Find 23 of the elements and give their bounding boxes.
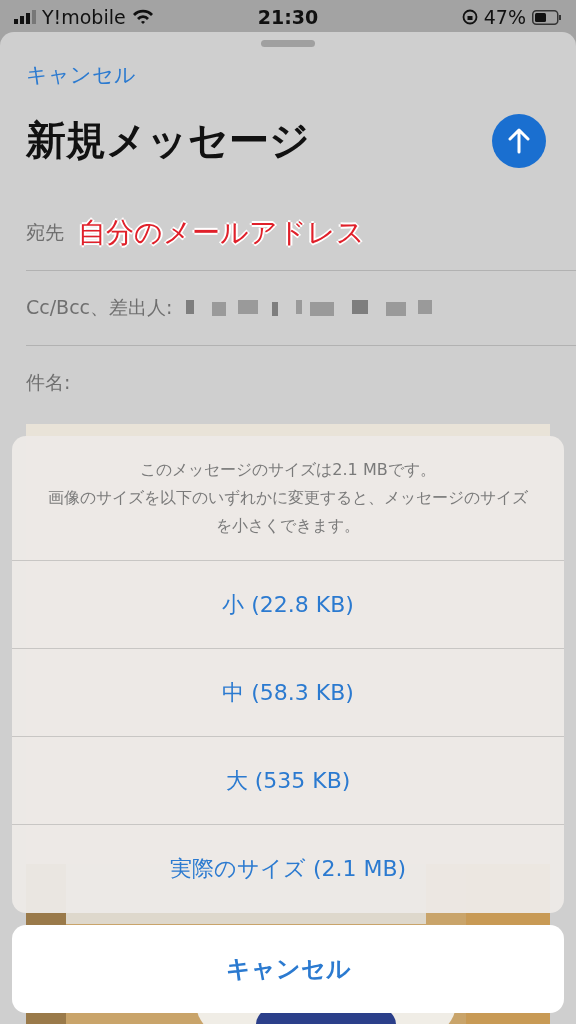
arrow-up-icon	[507, 127, 531, 154]
size-option[interactable]: 大 (535 KB)	[12, 737, 564, 825]
send-button[interactable]	[492, 113, 546, 168]
cancel-link[interactable]: キャンセル	[26, 61, 136, 89]
wifi-icon	[131, 9, 154, 25]
size-message: 画像のサイズを以下のいずれかに変更すると、メッセージのサイズを小さくできます。	[48, 487, 528, 537]
size-message: このメッセージのサイズは2.1 MBです。	[140, 459, 436, 481]
size-option[interactable]: 中 (58.3 KB)	[12, 649, 564, 737]
clock-time: 21:30	[257, 6, 319, 28]
compose-title: 新規メッセージ	[26, 116, 310, 165]
signal-icon	[14, 10, 36, 24]
field-label: Cc/Bcc、差出人:	[26, 295, 173, 320]
size-option[interactable]: 実際のサイズ (2.1 MB)	[12, 825, 564, 913]
battery-percent: 47%	[483, 6, 526, 28]
field-label: 件名:	[26, 370, 71, 395]
field-label: 宛先	[26, 220, 64, 245]
battery-icon	[532, 9, 562, 25]
rotation-lock-icon	[461, 9, 478, 25]
size-option[interactable]: 小 (22.8 KB)	[12, 561, 564, 649]
cancel-button[interactable]: キャンセル	[12, 925, 564, 1013]
carrier-name: Y!mobile	[42, 6, 126, 28]
annotation-text: 自分のメールアドレス	[78, 215, 365, 251]
grabber-handle[interactable]	[261, 40, 315, 47]
